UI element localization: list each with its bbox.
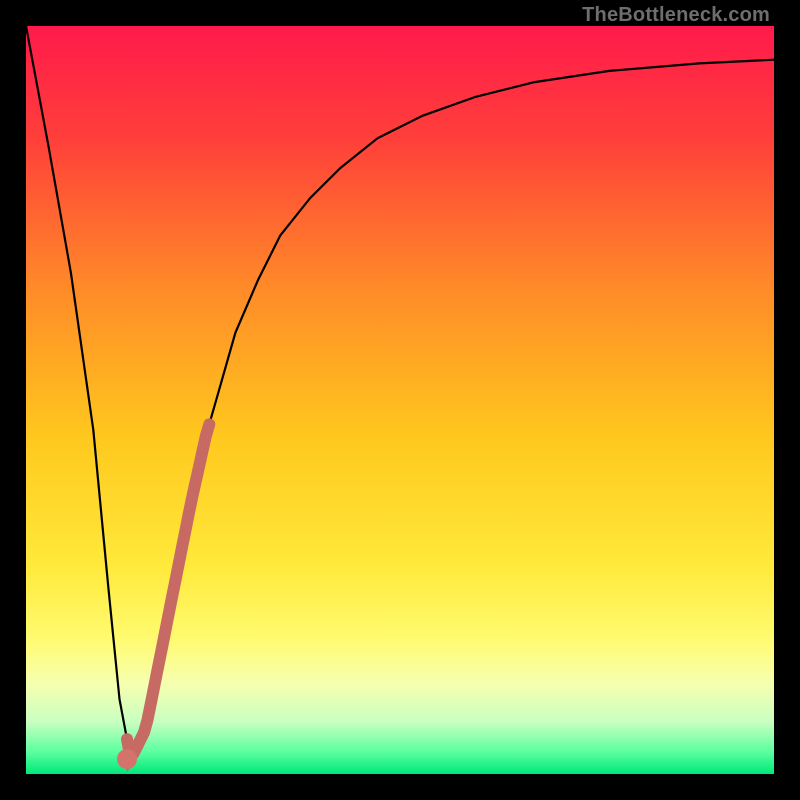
chart-frame: TheBottleneck.com (0, 0, 800, 800)
gradient-background (26, 26, 774, 774)
watermark-text: TheBottleneck.com (582, 4, 770, 27)
chart-svg (26, 26, 774, 774)
valley-marker (117, 749, 137, 769)
plot-area (26, 26, 774, 774)
